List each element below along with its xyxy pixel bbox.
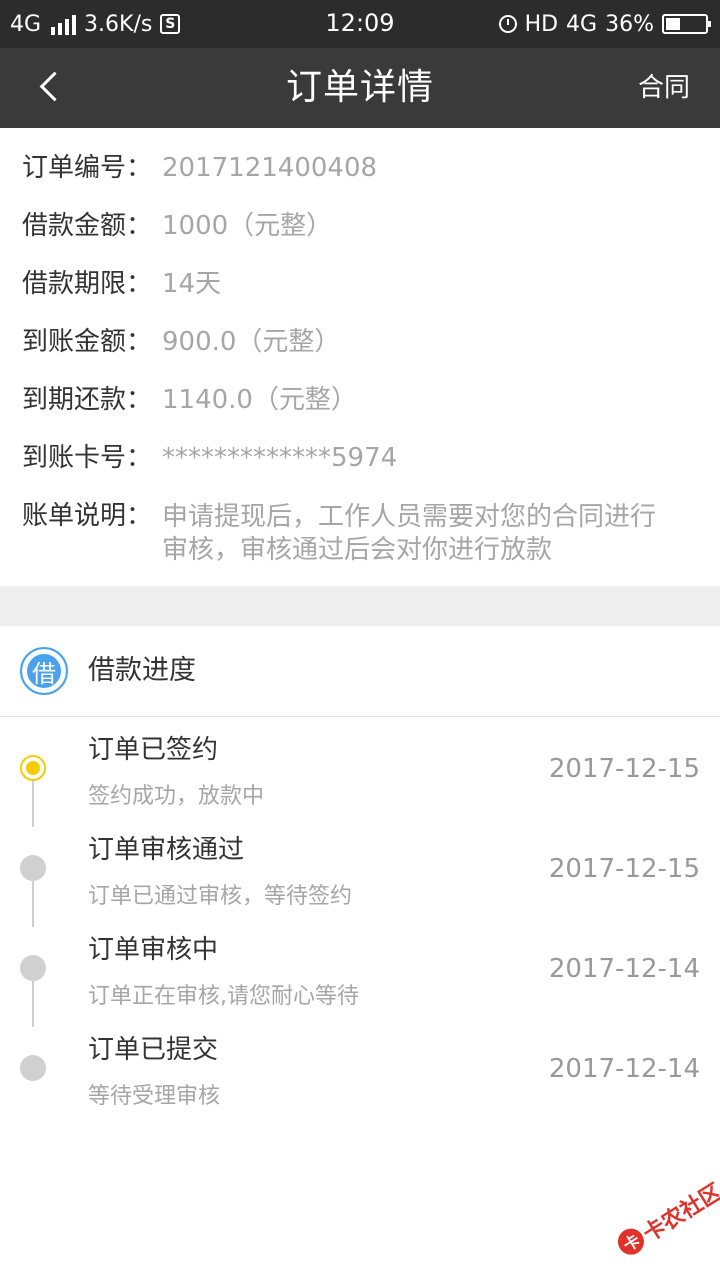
step-date: 2017-12-15 <box>548 754 700 784</box>
info-label: 到账金额： <box>22 327 153 357</box>
info-row-received-amount: 到账金额： 900.0（元整） <box>22 327 700 357</box>
info-value: 14天 <box>162 269 222 299</box>
battery-percent: 36% <box>605 11 654 37</box>
borrow-badge-icon: 借 <box>20 647 68 695</box>
title-bar: 订单详情 合同 <box>0 48 720 128</box>
step-date: 2017-12-15 <box>548 854 700 884</box>
progress-header: 借 借款进度 <box>0 626 720 717</box>
status-bar: 4G 3.6K/s S 12:09 HD 4G 36% <box>0 0 720 48</box>
progress-timeline: 订单已签约 签约成功，放款中 2017-12-15 订单审核通过 订单已通过审核… <box>0 717 720 1137</box>
timeline-connector <box>32 781 34 827</box>
info-label: 账单说明： <box>22 501 153 531</box>
timeline-dot-active <box>20 755 46 781</box>
section-divider <box>0 586 720 626</box>
hd-indicator: HD <box>524 11 559 37</box>
step-title: 订单已提交 <box>88 1035 219 1065</box>
step-subtitle: 等待受理审核 <box>88 1084 221 1109</box>
info-row-repayment: 到期还款： 1140.0（元整） <box>22 385 700 415</box>
watermark-text: 卡农社区 <box>638 1179 720 1248</box>
info-value: 2017121400408 <box>162 153 378 183</box>
info-label: 到期还款： <box>22 385 153 415</box>
info-value: 900.0（元整） <box>162 327 341 357</box>
info-value-line-1: 申请提现后，工作人员需要对您的合同进行 <box>162 502 657 532</box>
info-label: 借款期限： <box>22 269 153 299</box>
battery-fill <box>666 18 680 30</box>
timeline-dot <box>20 855 46 881</box>
page-title: 订单详情 <box>285 67 434 108</box>
info-row-card-number: 到账卡号： *************5974 <box>22 443 700 473</box>
step-title: 订单已签约 <box>88 735 219 765</box>
info-label: 订单编号： <box>22 153 153 183</box>
alarm-icon <box>498 15 517 33</box>
progress-title: 借款进度 <box>88 655 196 686</box>
info-row-loan-term: 借款期限： 14天 <box>22 269 700 299</box>
info-row-loan-amount: 借款金额： 1000（元整） <box>22 211 700 241</box>
info-value: 1000（元整） <box>162 211 333 241</box>
order-info-section: 订单编号： 2017121400408 借款金额： 1000（元整） 借款期限：… <box>0 128 720 586</box>
timeline-connector <box>32 881 34 927</box>
timeline-connector <box>32 981 34 1027</box>
info-row-order-number: 订单编号： 2017121400408 <box>22 153 700 183</box>
info-value: *************5974 <box>162 443 398 473</box>
timeline-dot <box>20 955 46 981</box>
info-row-bill-description: 账单说明： 申请提现后，工作人员需要对您的合同进行 审核，审核通过后会对你进行放… <box>22 501 700 567</box>
battery-icon <box>662 14 711 34</box>
step-subtitle: 订单已通过审核，等待签约 <box>88 884 353 909</box>
status-right: HD 4G 36% <box>498 10 711 38</box>
info-label: 借款金额： <box>22 211 153 241</box>
step-subtitle: 签约成功，放款中 <box>88 784 265 809</box>
info-value-line-2: 审核，审核通过后会对你进行放款 <box>162 535 553 565</box>
contract-button[interactable]: 合同 <box>638 48 690 128</box>
step-title: 订单审核中 <box>88 935 219 965</box>
step-subtitle: 订单正在审核,请您耐心等待 <box>88 984 359 1009</box>
info-value-multiline: 申请提现后，工作人员需要对您的合同进行 审核，审核通过后会对你进行放款 <box>162 501 656 567</box>
info-label: 到账卡号： <box>22 443 153 473</box>
network-type-2: 4G <box>566 11 598 37</box>
step-date: 2017-12-14 <box>548 954 700 984</box>
timeline-dot <box>20 1055 46 1081</box>
step-date: 2017-12-14 <box>548 1054 700 1084</box>
info-value: 1140.0（元整） <box>162 385 357 415</box>
watermark: 卡 卡农社区 <box>601 1164 720 1278</box>
badge-ring <box>25 652 63 690</box>
step-title: 订单审核通过 <box>88 835 245 865</box>
